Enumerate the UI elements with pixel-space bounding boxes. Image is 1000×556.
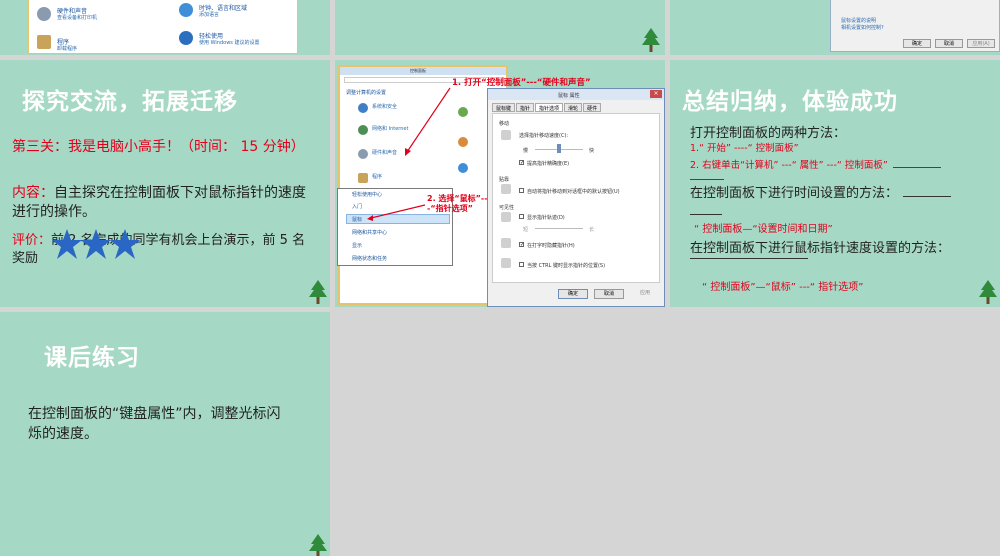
content-label: 内容： [12,185,54,201]
annotation-2: 2. 选择“鼠标”---“指针选项” [427,194,488,213]
dialog-apply-button[interactable]: 应用(A) [967,39,995,48]
arrow-line [370,204,426,219]
slide-title: 课后练习 [44,345,140,371]
tree-icon [979,280,997,304]
star-icon [52,229,82,259]
dialog-cancel-button[interactable]: 取消 [935,39,963,48]
content-text: 自主探究在控制面板下对鼠标指针的速度进行的操作。 [12,185,306,220]
blank-line [690,172,724,180]
star-rating [52,229,140,259]
blank-line [903,185,952,197]
level-text: 第三关：我是电脑小高手！（时间： 15 分钟） [12,139,305,155]
clock-language-icon [179,3,193,17]
slide-explore: 探究交流，拓展迁移 第三关：我是电脑小高手！（时间： 15 分钟） 内容：自主探… [0,60,330,307]
eval-label: 评价： [12,233,52,248]
tree-icon [309,534,327,556]
dialog-link[interactable]: 相机设置如何控制? [841,24,884,31]
star-icon [81,229,111,259]
answer-time: “ 控制面板—“设置时间和日期” [694,224,833,235]
slide-2-blank-preview [335,0,665,55]
slide-1-control-panel-preview: 硬件和声音 查看设备和打印机 程序 卸载程序 时钟、语言和区域 添加语言 轻松使… [0,0,330,55]
slide-3-dialog-preview: 鼠标设置的说明 相机设置如何控制? 确定 取消 应用(A) [670,0,1000,55]
star-icon [110,229,140,259]
tree-icon [309,280,327,304]
blank-line [690,201,722,215]
annotation-1: 1. 打开“控制面板”---“硬件和声音” [452,78,591,88]
tree-icon [642,28,660,52]
hardware-sound-icon [37,7,51,21]
summary-line-3: 在控制面板下进行鼠标指针速度设置的方法： [690,241,951,256]
slide1-item-sub: 使用 Windows 建议的设置 [199,40,260,46]
programs-icon [37,35,51,49]
ease-of-access-icon [179,31,193,45]
slide1-item-sub: 添加语言 [199,12,220,18]
method-2-wrap: 2. 右键单击“计算机” ---“ 属性” ---“ 控制面板” [690,153,980,180]
method-2: 2. 右键单击“计算机” ---“ 属性” ---“ 控制面板” [690,160,888,171]
method-1: 1.“ 开始” ----“ 控制面板” [690,143,799,154]
slide1-item-sub: 卸载程序 [57,46,78,52]
slide-title: 探究交流，拓展迁移 [22,89,238,115]
arrow-line [406,87,451,153]
dialog-screenshot: 鼠标设置的说明 相机设置如何控制? 确定 取消 应用(A) [830,0,1000,52]
blank-line [690,258,808,259]
summary-line-2-wrap: 在控制面板下进行时间设置的方法： [690,182,980,215]
blank-line [892,159,941,168]
dialog-ok-button[interactable]: 确定 [903,39,931,48]
control-panel-screenshot: 硬件和声音 查看设备和打印机 程序 卸载程序 时钟、语言和区域 添加语言 轻松使… [28,0,298,54]
slide-summary: 总结归纳，体验成功 打开控制面板的两种方法： 1.“ 开始” ----“ 控制面… [670,60,1000,307]
arrow-head [367,215,373,221]
annotation-arrows [367,87,451,221]
answer-mouse: “ 控制面板”—“鼠标” ---“ 指针选项” [702,282,864,293]
homework-text: 在控制面板的“键盘属性”内，调整光标闪烁的速度。 [28,406,281,442]
slide1-item-sub: 查看设备和打印机 [57,15,98,21]
slide-mouse-settings-demo: 控制面板 调整计算机的设置 系统和安全 网络和 Internet 硬件和声音 程… [335,60,665,307]
slide-title: 总结归纳，体验成功 [682,89,898,115]
dialog-link[interactable]: 鼠标设置的说明 [841,17,876,24]
slide-homework: 课后练习 在控制面板的“键盘属性”内，调整光标闪烁的速度。 [0,312,330,556]
summary-line-1: 打开控制面板的两种方法： [690,126,847,141]
content-paragraph: 内容：自主探究在控制面板下对鼠标指针的速度进行的操作。 [12,184,312,222]
summary-line-2: 在控制面板下进行时间设置的方法： [690,186,899,201]
arrow-head [405,148,411,156]
